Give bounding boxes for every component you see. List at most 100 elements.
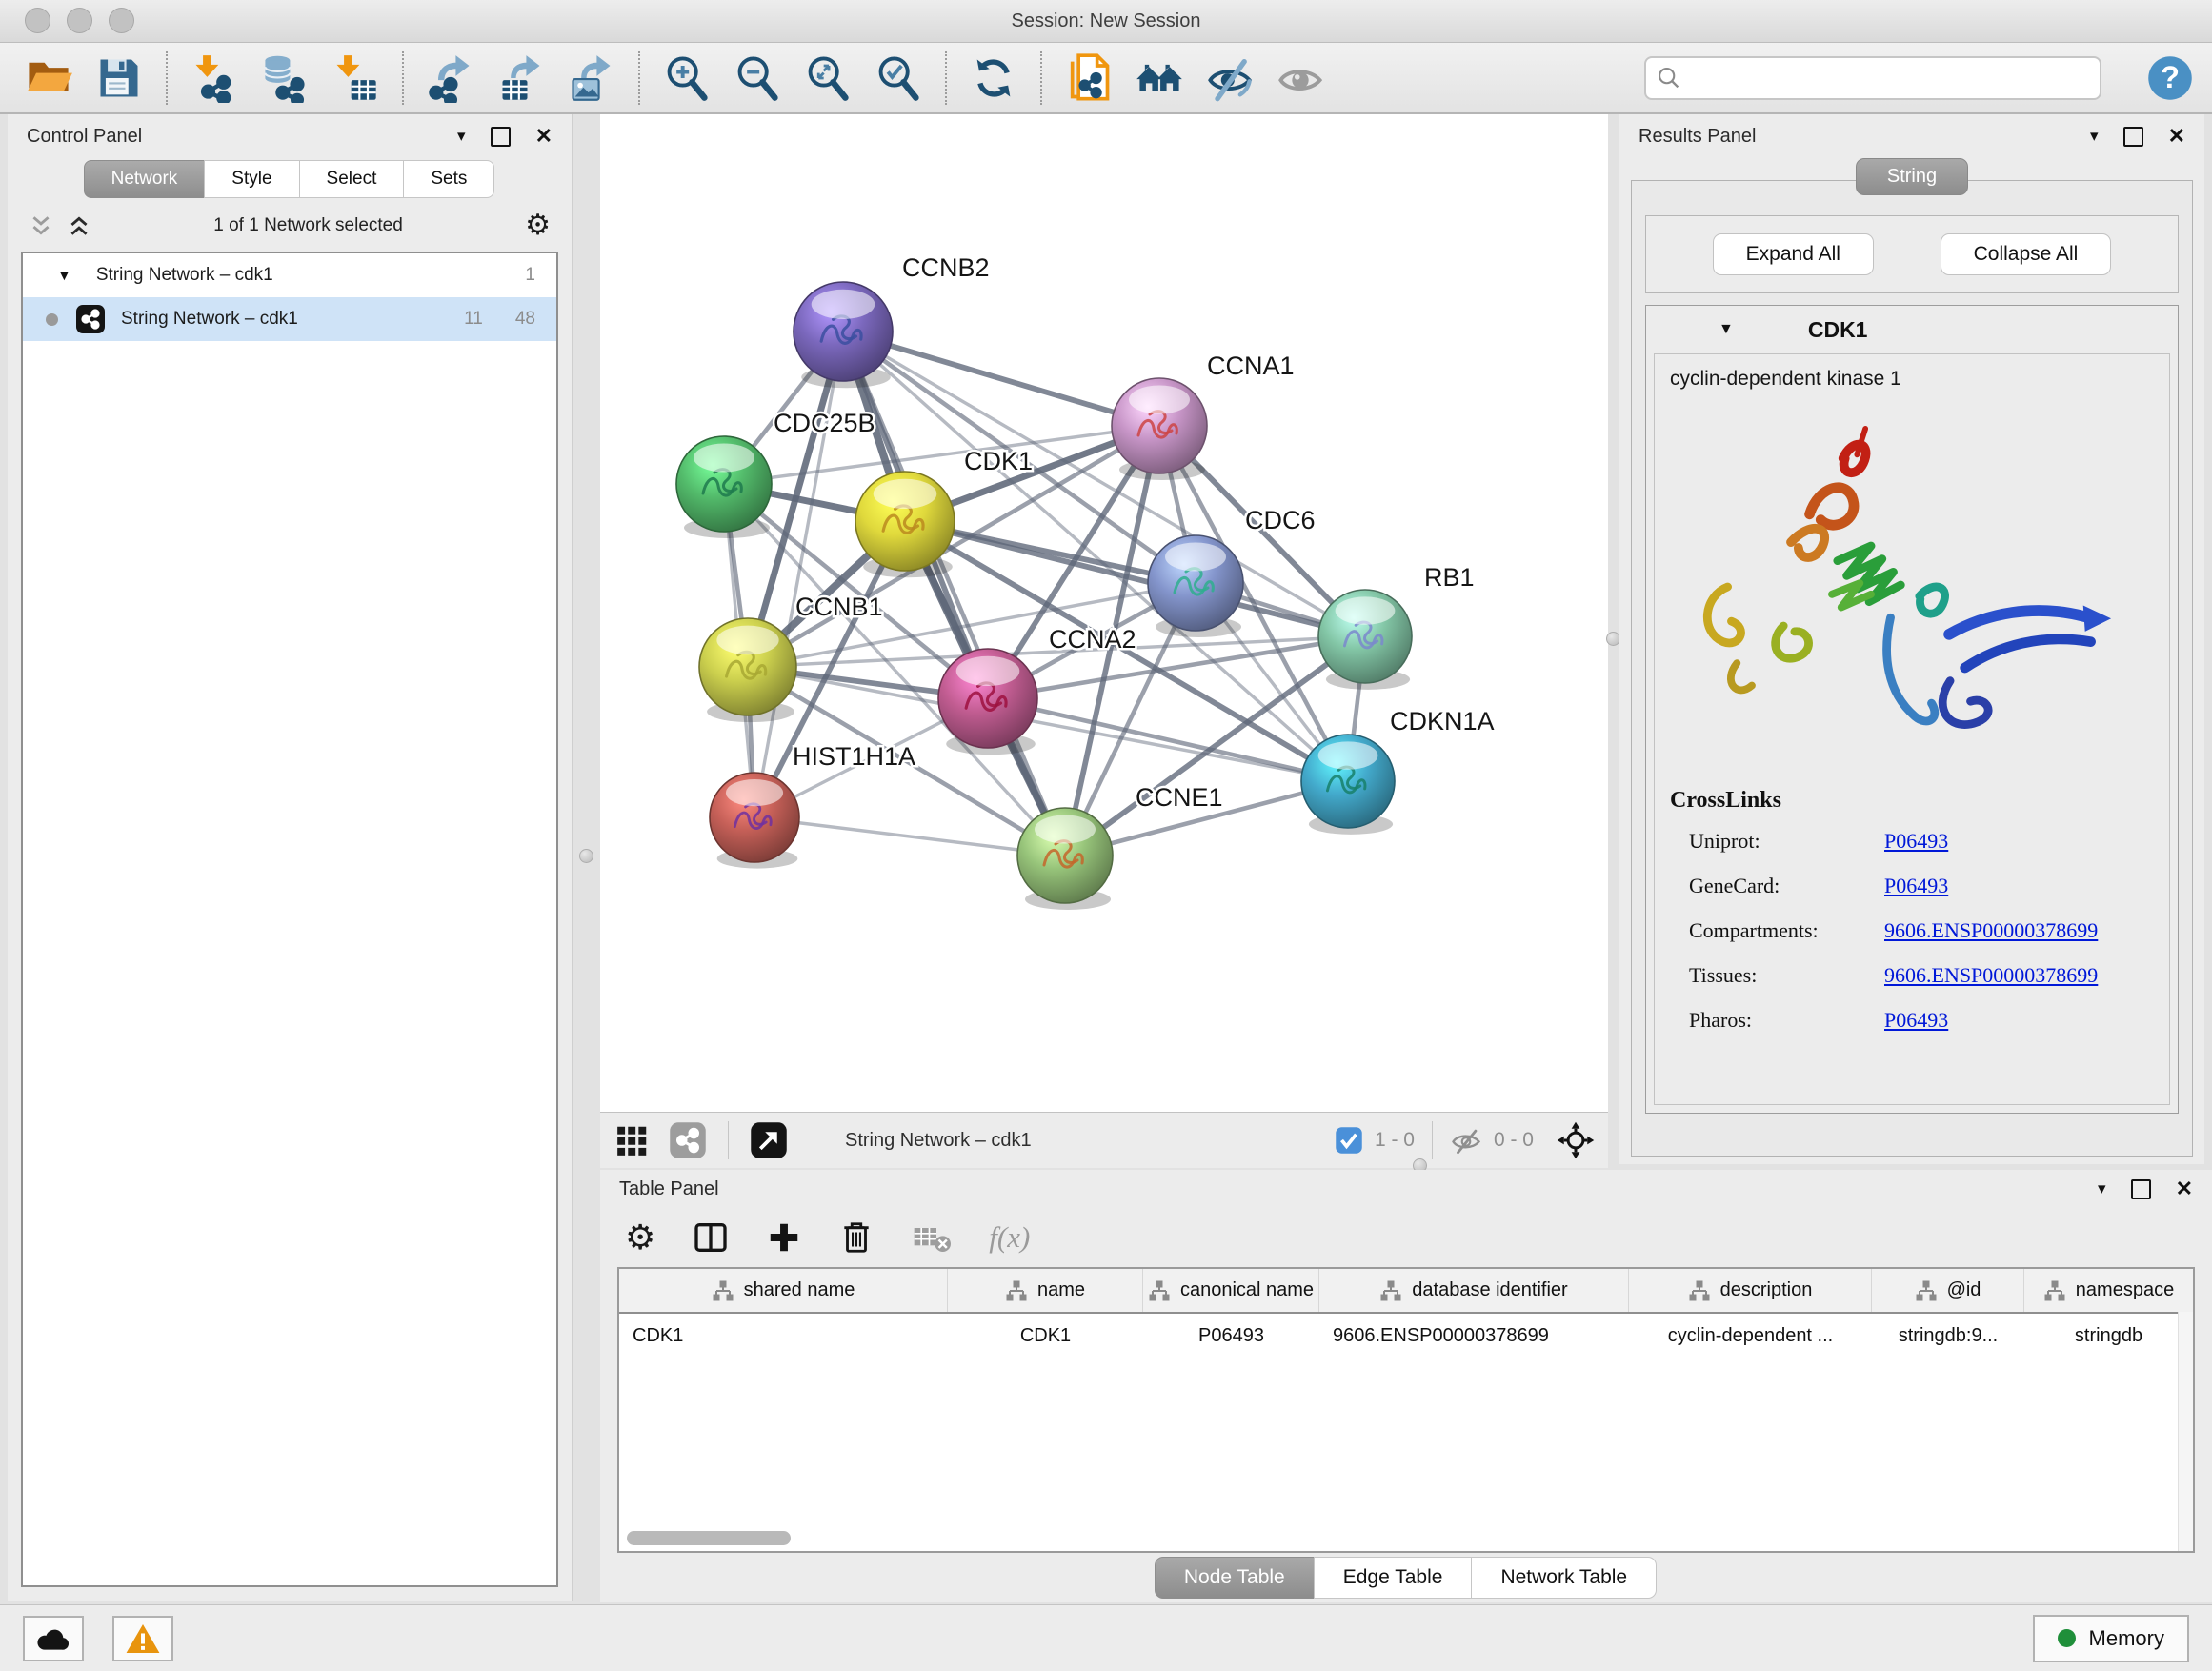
column-header-shared-name[interactable]: shared name: [619, 1269, 948, 1312]
column-header-description[interactable]: description: [1629, 1269, 1872, 1312]
tab-edge-table[interactable]: Edge Table: [1314, 1557, 1473, 1599]
zoom-fit-button[interactable]: [794, 49, 861, 108]
collection-count: 1: [525, 265, 556, 286]
zoom-selected-button[interactable]: [865, 49, 932, 108]
node-RB1[interactable]: RB1: [1318, 563, 1475, 690]
fit-content-button[interactable]: [1555, 1119, 1597, 1161]
right-splitter-handle[interactable]: [1606, 632, 1620, 646]
delete-column-button[interactable]: [838, 1219, 875, 1256]
export-network-button[interactable]: [417, 49, 484, 108]
tab-string[interactable]: String: [1856, 158, 1968, 195]
export-table-button[interactable]: [488, 49, 554, 108]
collapse-all-icon[interactable]: [29, 213, 53, 238]
create-column-button[interactable]: [766, 1219, 802, 1256]
show-eye-icon: [1276, 53, 1325, 103]
warnings-button[interactable]: [112, 1616, 173, 1661]
collapse-entry-icon[interactable]: ▼: [1719, 321, 1734, 338]
network-options-gear-icon[interactable]: ⚙: [525, 211, 551, 240]
toolbar-separator: [402, 51, 404, 105]
crosslink-link[interactable]: P06493: [1884, 1008, 1948, 1033]
zoom-in-button[interactable]: [654, 49, 720, 108]
grid-view-button[interactable]: [612, 1119, 654, 1161]
panel-menu-icon[interactable]: ▾: [2090, 127, 2099, 146]
node-details-header[interactable]: ▼ CDK1: [1646, 306, 2178, 353]
panel-float-icon[interactable]: [2131, 1179, 2151, 1199]
left-splitter-handle[interactable]: [579, 849, 593, 863]
tab-style[interactable]: Style: [204, 160, 299, 198]
hide-selected-button[interactable]: [1196, 49, 1263, 108]
collection-expand-icon[interactable]: ▼: [57, 268, 71, 284]
panel-menu-icon[interactable]: ▾: [457, 127, 466, 146]
node-CCNE1[interactable]: CCNE1: [1017, 783, 1223, 910]
memory-status-dot: [2058, 1629, 2076, 1647]
tab-node-table[interactable]: Node Table: [1155, 1557, 1315, 1599]
function-builder-button[interactable]: f(x): [989, 1220, 1030, 1255]
control-panel-tabs: Network Style Select Sets: [8, 160, 572, 198]
column-header-database-identifier[interactable]: database identifier: [1319, 1269, 1629, 1312]
search-icon: [1656, 65, 1682, 91]
column-header-canonical-name[interactable]: canonical name: [1143, 1269, 1319, 1312]
node-CCNA1[interactable]: CCNA1: [1112, 352, 1295, 480]
crosslink-link[interactable]: 9606.ENSP00000378699: [1884, 963, 2098, 988]
column-label: description: [1720, 1279, 1813, 1301]
table-row[interactable]: CDK1 CDK1 P06493 9606.ENSP00000378699 cy…: [619, 1314, 2193, 1358]
panel-float-icon[interactable]: [491, 127, 511, 147]
tab-network-table[interactable]: Network Table: [1471, 1557, 1657, 1599]
toolbar-separator: [945, 51, 947, 105]
node-CDKN1A[interactable]: CDKN1A: [1301, 707, 1495, 835]
network-row-selected[interactable]: String Network – cdk1 11 48: [23, 297, 556, 341]
node-CDC25B[interactable]: CDC25B: [676, 409, 875, 538]
hidden-eye-icon: [1450, 1124, 1482, 1157]
network-collection-row[interactable]: ▼ String Network – cdk1 1: [23, 253, 556, 297]
search-input[interactable]: [1644, 56, 2101, 100]
column-header-name[interactable]: name: [948, 1269, 1143, 1312]
delete-table-button[interactable]: [911, 1218, 953, 1257]
save-session-button[interactable]: [86, 49, 152, 108]
expand-all-icon[interactable]: [67, 213, 91, 238]
collapse-all-button[interactable]: Collapse All: [1941, 233, 2112, 275]
open-session-button[interactable]: [15, 49, 82, 108]
panel-close-icon[interactable]: ✕: [2176, 1177, 2193, 1201]
import-network-file-button[interactable]: [181, 49, 248, 108]
show-all-button[interactable]: [1267, 49, 1334, 108]
first-neighbors-button[interactable]: [1126, 49, 1193, 108]
column-header-namespace[interactable]: namespace: [2024, 1269, 2193, 1312]
column-header-id[interactable]: @id: [1872, 1269, 2024, 1312]
table-horizontal-scrollbar[interactable]: [627, 1531, 791, 1545]
zoom-out-button[interactable]: [724, 49, 791, 108]
import-table-button[interactable]: [322, 49, 389, 108]
crosslink-link[interactable]: P06493: [1884, 874, 1948, 898]
node-HIST1H1A[interactable]: HIST1H1A: [710, 742, 915, 869]
warning-icon: [125, 1622, 161, 1655]
tab-sets[interactable]: Sets: [403, 160, 494, 198]
export-image-button[interactable]: [558, 49, 625, 108]
panel-menu-icon[interactable]: ▾: [2098, 1179, 2106, 1198]
node-label-CDKN1A: CDKN1A: [1390, 707, 1495, 735]
network-canvas[interactable]: CCNB2CCNA1CDC25BCDK1CDC6RB1CCNB1CCNA2CDK…: [600, 114, 1608, 1112]
tab-select[interactable]: Select: [299, 160, 405, 198]
expand-all-button[interactable]: Expand All: [1713, 233, 1874, 275]
apply-layout-button[interactable]: [960, 49, 1027, 108]
show-columns-button[interactable]: [692, 1218, 730, 1257]
help-button[interactable]: ?: [2143, 49, 2197, 108]
network-view-toolbar: String Network – cdk1 1 - 0 0 - 0: [600, 1112, 1608, 1168]
import-network-database-button[interactable]: [251, 49, 318, 108]
panel-close-icon[interactable]: ✕: [535, 124, 553, 149]
table-options-button[interactable]: ⚙: [625, 1220, 655, 1255]
panel-float-icon[interactable]: [2123, 127, 2143, 147]
tab-network[interactable]: Network: [84, 160, 206, 198]
columns-icon: [692, 1218, 730, 1257]
detach-view-button[interactable]: [748, 1119, 790, 1161]
node-CDK1[interactable]: CDK1: [855, 447, 1033, 577]
new-network-from-selection-button[interactable]: [1056, 49, 1122, 108]
memory-button[interactable]: Memory: [2033, 1615, 2189, 1662]
selected-checkbox-icon[interactable]: [1335, 1126, 1363, 1155]
panel-close-icon[interactable]: ✕: [2168, 124, 2185, 149]
table-vertical-scrollbar[interactable]: [2178, 1312, 2193, 1551]
crosslink-link[interactable]: 9606.ENSP00000378699: [1884, 918, 2098, 943]
cloud-status-button[interactable]: [23, 1616, 84, 1661]
column-label: name: [1037, 1279, 1085, 1301]
network-overview-button[interactable]: [667, 1119, 709, 1161]
help-icon: ?: [2145, 53, 2195, 103]
crosslink-link[interactable]: P06493: [1884, 829, 1948, 854]
